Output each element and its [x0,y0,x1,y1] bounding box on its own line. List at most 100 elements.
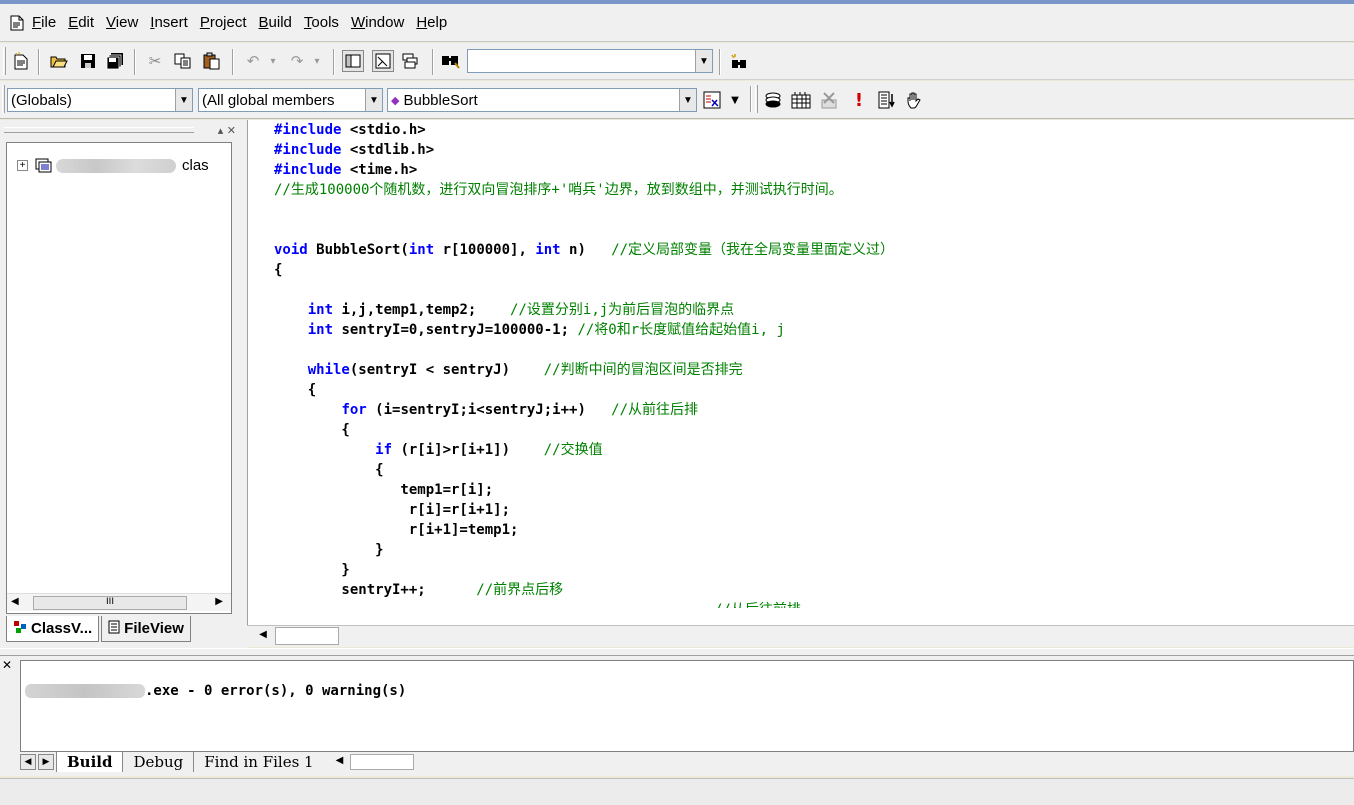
code-line[interactable]: r[i+1]=temp1; [274,520,894,540]
toolbar-grip[interactable] [2,85,5,113]
tree-horizontal-scrollbar[interactable]: ◀ III ▶ [7,593,231,611]
toolbar-grip[interactable] [755,85,758,113]
code-line[interactable]: for (i=sentryI;i<sentryJ;i++) //从前往后排 [274,400,894,420]
pane-splitter[interactable] [0,648,1354,656]
code-text[interactable]: #include <stdio.h> #include <stdlib.h> #in… [274,120,894,608]
code-line[interactable]: temp1=r[i]; [274,480,894,500]
scroll-thumb[interactable] [275,627,339,645]
stop-build-icon[interactable] [818,89,840,111]
class-tree[interactable]: + clas ◀ III ▶ [6,142,232,614]
chevron-down-icon[interactable]: ▼ [695,50,712,72]
menu-project[interactable]: Project [200,14,247,31]
code-line[interactable]: { [274,460,894,480]
document-icon[interactable] [8,14,26,32]
menu-insert[interactable]: Insert [150,14,188,31]
output-icon[interactable] [372,50,394,72]
chevron-down-icon[interactable]: ▼ [365,89,382,111]
code-line[interactable]: r[i]=r[i+1]; [274,500,894,520]
code-line[interactable]: //生成100000个随机数，进行双向冒泡排序+'哨兵'边界，放到数组中，并测试… [274,180,894,200]
new-text-file-icon[interactable] [10,50,32,72]
paste-icon[interactable] [200,50,222,72]
code-line[interactable] [274,340,894,360]
code-line[interactable]: { [274,380,894,400]
find-in-files-icon[interactable] [440,50,462,72]
redo-icon[interactable]: ↷ [286,50,308,72]
build-icon[interactable] [790,89,812,111]
go-icon[interactable] [876,89,898,111]
menu-view[interactable]: View [106,14,138,31]
tab-build[interactable]: Build [56,752,123,772]
tab-find-in-files-1[interactable]: Find in Files 1 [193,752,323,772]
wizard-action-icon[interactable] [701,89,723,111]
expand-icon[interactable]: + [17,160,28,171]
tab-scroll-left-icon[interactable]: ◀ [20,754,36,770]
output-horizontal-scrollbar[interactable]: ◀ [336,753,426,771]
insert-breakpoint-icon[interactable] [904,89,926,111]
scroll-left-icon[interactable]: ◀ [255,629,271,645]
code-line[interactable] [274,200,894,220]
code-line[interactable]: { [274,260,894,280]
menu-build[interactable]: Build [259,14,292,31]
compile-icon[interactable] [762,89,784,111]
tab-classview[interactable]: ClassV... [6,616,100,642]
copy-icon[interactable] [172,50,194,72]
open-icon[interactable] [48,50,70,72]
close-icon[interactable]: ✕ [227,124,236,137]
code-line[interactable]: int i,j,temp1,temp2; //设置分别i,j为前后冒泡的临界点 [274,300,894,320]
execute-icon[interactable]: ! [848,89,870,111]
restore-icon[interactable]: ▴ [218,124,224,137]
code-line[interactable] [274,220,894,240]
code-line[interactable]: sentryI++; //前界点后移 [274,580,894,600]
scroll-left-icon[interactable]: ◀ [11,596,19,607]
code-line[interactable]: #include <stdio.h> [274,120,894,140]
code-line[interactable]: void BubbleSort(int r[100000], int n) //… [274,240,894,260]
cut-icon[interactable]: ✂ [144,50,166,72]
output-text-area[interactable]: .exe - 0 error(s), 0 warning(s) [20,660,1354,752]
redo-dropdown-icon[interactable]: ▾ [306,50,328,72]
scope-combo[interactable]: (Globals) ▼ [7,88,193,112]
code-line[interactable]: int sentryI=0,sentryJ=100000-1; //将0和r长度… [274,320,894,340]
undo-dropdown-icon[interactable]: ▾ [262,50,284,72]
tab-scroll-right-icon[interactable]: ▶ [38,754,54,770]
function-combo[interactable]: ◆ BubbleSort ▼ [387,88,697,112]
close-icon[interactable]: ✕ [2,658,12,672]
code-line[interactable]: if (r[i]>r[i+1]) //交换值 [274,440,894,460]
members-combo[interactable]: (All global members ▼ [198,88,383,112]
menu-help[interactable]: Help [416,14,447,31]
undo-icon[interactable]: ↶ [242,50,264,72]
code-line[interactable] [274,280,894,300]
code-line[interactable]: while(sentryI < sentryJ) //判断中间的冒泡区间是否排完 [274,360,894,380]
toolbar-grip[interactable] [3,47,6,75]
window-list-icon[interactable] [400,50,422,72]
editor-horizontal-scrollbar[interactable]: ◀ [247,625,1354,647]
editor-gutter[interactable] [248,120,272,625]
code-line[interactable]: } [274,540,894,560]
menu-edit[interactable]: Edit [68,14,94,31]
wizard-dropdown-icon[interactable]: ▼ [724,89,746,111]
tree-item-classes[interactable]: + clas [17,157,209,174]
workspace-tabs: ClassV... FileView [6,616,193,642]
code-line[interactable]: #include <stdlib.h> [274,140,894,160]
workspace-header[interactable]: ▴ ✕ [4,124,238,138]
scroll-right-icon[interactable]: ▶ [215,596,223,607]
save-all-icon[interactable] [104,50,126,72]
menu-window[interactable]: Window [351,14,404,31]
code-editor[interactable]: #include <stdio.h> #include <stdlib.h> #in… [247,120,1354,625]
tab-fileview[interactable]: FileView [101,616,191,642]
find-icon[interactable] [728,52,750,74]
code-line[interactable]: { [274,420,894,440]
scroll-thumb[interactable] [349,754,414,770]
find-combo[interactable]: ▼ [467,49,713,73]
code-line[interactable]: } [274,560,894,580]
chevron-down-icon[interactable]: ▼ [679,89,696,111]
scroll-left-icon[interactable]: ◀ [336,755,344,766]
scroll-thumb[interactable]: III [33,596,187,610]
menu-file[interactable]: File [32,14,56,31]
menu-tools[interactable]: Tools [304,14,339,31]
tab-debug[interactable]: Debug [122,752,193,772]
save-icon[interactable] [77,50,99,72]
chevron-down-icon[interactable]: ▼ [175,89,192,111]
code-line[interactable]: #include <time.h> [274,160,894,180]
workspace-icon[interactable] [342,50,364,72]
